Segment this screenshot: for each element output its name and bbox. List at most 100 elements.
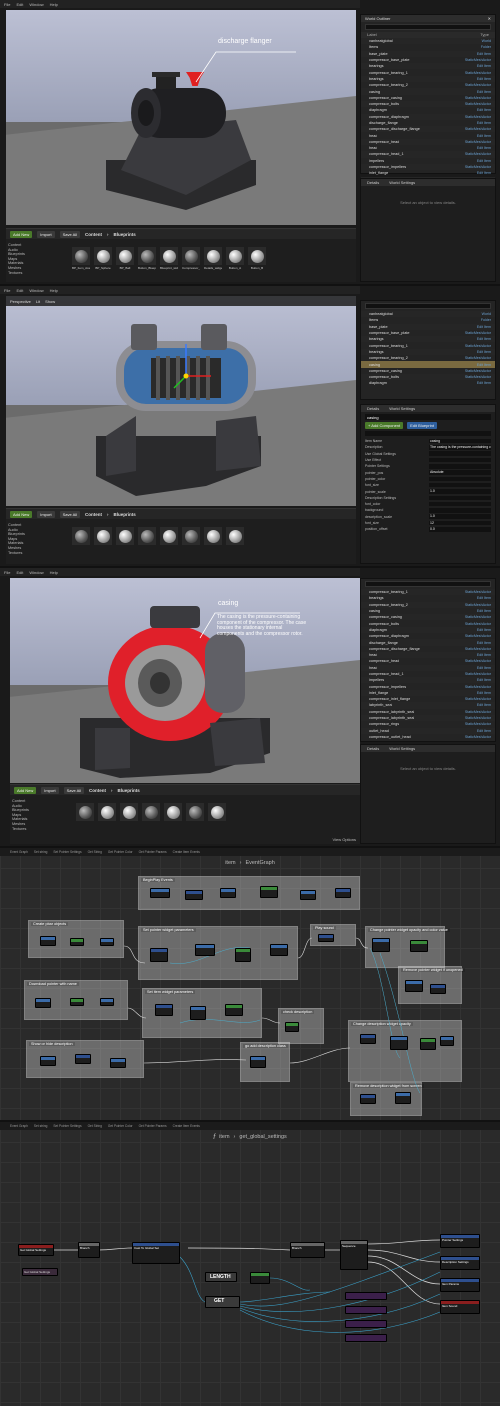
property-value[interactable]: 1.0 xyxy=(429,489,491,494)
blueprint-node[interactable] xyxy=(100,938,114,946)
path-blueprints[interactable]: Blueprints xyxy=(118,788,140,793)
length-node[interactable]: LENGTH xyxy=(205,1272,237,1282)
edit-blueprint-button[interactable]: Edit Blueprint xyxy=(407,422,437,429)
cast-node[interactable]: Cast To Global Set xyxy=(132,1242,180,1264)
blueprint-node[interactable] xyxy=(35,998,51,1008)
col-label[interactable]: Label xyxy=(367,32,377,38)
tab-get-pointer-params[interactable]: Get Pointer Params xyxy=(139,850,167,854)
menu-file[interactable]: File xyxy=(4,570,10,575)
variable-getter-node[interactable] xyxy=(345,1306,387,1314)
menu-file[interactable]: File xyxy=(4,288,10,293)
blueprint-node[interactable] xyxy=(150,888,170,898)
blueprint-node[interactable] xyxy=(220,888,236,898)
property-value[interactable] xyxy=(429,495,491,501)
blueprint-node[interactable] xyxy=(155,1004,173,1016)
blueprint-node[interactable] xyxy=(260,886,278,898)
asset-tile[interactable]: BP_Ball xyxy=(116,247,134,273)
asset-tile[interactable]: Details_widget xyxy=(204,247,222,273)
asset-tile[interactable] xyxy=(142,803,160,829)
blueprint-node[interactable] xyxy=(405,980,423,992)
asset-tile[interactable] xyxy=(182,527,200,553)
tab-world-settings[interactable]: World Settings xyxy=(389,406,415,411)
view-options-button[interactable]: View Options xyxy=(333,837,357,842)
asset-tile[interactable]: Button_Blueprint xyxy=(138,247,156,273)
property-value[interactable] xyxy=(429,457,491,463)
outliner-search-input[interactable] xyxy=(365,303,491,309)
asset-tile[interactable] xyxy=(76,803,94,829)
path-blueprints[interactable]: Blueprints xyxy=(114,512,136,517)
blueprint-node[interactable] xyxy=(395,1092,411,1104)
asset-tile[interactable]: BP_Item_Asset xyxy=(72,247,90,273)
folder-textures[interactable]: Textures xyxy=(8,271,68,276)
asset-tile[interactable] xyxy=(164,803,182,829)
menu-help[interactable]: Help xyxy=(50,288,58,293)
variable-getter-node[interactable] xyxy=(345,1292,387,1300)
asset-tile[interactable]: Button_A xyxy=(226,247,244,273)
property-value[interactable]: 12 xyxy=(429,520,491,526)
menu-window[interactable]: Window xyxy=(29,2,43,7)
property-value[interactable]: casing xyxy=(429,438,491,444)
blueprint-node[interactable] xyxy=(360,1094,376,1104)
tab-world-settings[interactable]: World Settings xyxy=(389,180,415,185)
blueprint-node[interactable] xyxy=(270,944,288,956)
function-entry-node[interactable]: Get Global Settings xyxy=(18,1244,54,1256)
property-value[interactable] xyxy=(429,464,491,469)
sequence-node[interactable]: Sequence xyxy=(340,1240,368,1270)
blueprint-event-graph[interactable]: Event Graph Set string Set Pointer Setti… xyxy=(0,848,500,1120)
save-all-button[interactable]: Save All xyxy=(63,786,85,794)
set-item-sound-node[interactable]: Item Sound xyxy=(440,1300,480,1314)
path-content[interactable]: Content xyxy=(85,512,102,517)
tab-set-string[interactable]: Set string xyxy=(34,1124,47,1128)
outliner-search-input[interactable] xyxy=(365,581,491,587)
asset-tile[interactable]: Compressor_Bp xyxy=(182,247,200,273)
path-blueprints[interactable]: Blueprints xyxy=(114,232,136,237)
set-item-params-node[interactable]: Item Params xyxy=(440,1278,480,1292)
tab-get-string[interactable]: Get String xyxy=(88,850,102,854)
graph-path-leaf[interactable]: EventGraph xyxy=(245,860,274,866)
path-content[interactable]: Content xyxy=(89,788,106,793)
details-property-row[interactable]: position_offset 0.0 xyxy=(361,526,495,532)
asset-tile[interactable] xyxy=(226,527,244,553)
property-value[interactable] xyxy=(429,501,491,507)
blueprint-node[interactable] xyxy=(420,1038,436,1050)
blueprint-node[interactable] xyxy=(75,1054,91,1064)
variable-getter-node[interactable] xyxy=(345,1320,387,1328)
asset-tile[interactable] xyxy=(160,527,178,553)
property-value[interactable]: 1.0 xyxy=(429,514,491,519)
asset-tile[interactable]: BP_Sphere xyxy=(94,247,112,273)
property-value[interactable] xyxy=(429,451,491,456)
comment-box[interactable]: Change description widget opacity xyxy=(348,1020,462,1082)
level-viewport[interactable]: casing The casing is the pressure-contai… xyxy=(10,578,360,783)
property-value[interactable]: 0.0 xyxy=(429,527,491,532)
property-value[interactable] xyxy=(429,482,491,488)
level-viewport[interactable]: discharge flanger xyxy=(6,10,356,225)
import-button[interactable]: Import xyxy=(37,230,55,238)
tab-get-string[interactable]: Get String xyxy=(88,1124,102,1128)
col-type[interactable]: Type xyxy=(480,32,489,38)
tab-get-pointer-color[interactable]: Get Pointer Color xyxy=(108,1124,133,1128)
property-value[interactable]: Absolute xyxy=(429,470,491,475)
details-search-input[interactable] xyxy=(365,431,491,436)
folder-textures[interactable]: Textures xyxy=(8,551,68,556)
property-value[interactable] xyxy=(429,476,491,482)
branch-node[interactable]: Branch xyxy=(290,1242,325,1258)
graph-path-root[interactable]: item xyxy=(225,860,235,866)
blueprint-node[interactable] xyxy=(300,890,316,900)
compressor-cutaway-model[interactable] xyxy=(6,296,356,506)
close-icon[interactable]: ✕ xyxy=(488,16,491,21)
add-component-button[interactable]: + Add Component xyxy=(365,422,404,429)
asset-tile[interactable] xyxy=(208,803,226,829)
blueprint-node[interactable] xyxy=(110,1058,126,1068)
blueprint-node[interactable] xyxy=(250,1056,266,1068)
blueprint-node[interactable] xyxy=(335,888,351,898)
blueprint-node[interactable] xyxy=(150,948,168,962)
comment-box[interactable]: BeginPlay Events xyxy=(138,876,360,910)
tab-set-string[interactable]: Set string xyxy=(34,850,47,854)
menu-window[interactable]: Window xyxy=(29,570,43,575)
blueprint-node[interactable] xyxy=(185,890,203,900)
tab-set-pointer-settings[interactable]: Set Pointer Settings xyxy=(53,850,81,854)
blueprint-node[interactable] xyxy=(100,998,114,1006)
menu-edit[interactable]: Edit xyxy=(16,570,23,575)
actor-name-field[interactable]: casing xyxy=(365,414,491,420)
branch-node[interactable]: Branch xyxy=(78,1242,100,1258)
